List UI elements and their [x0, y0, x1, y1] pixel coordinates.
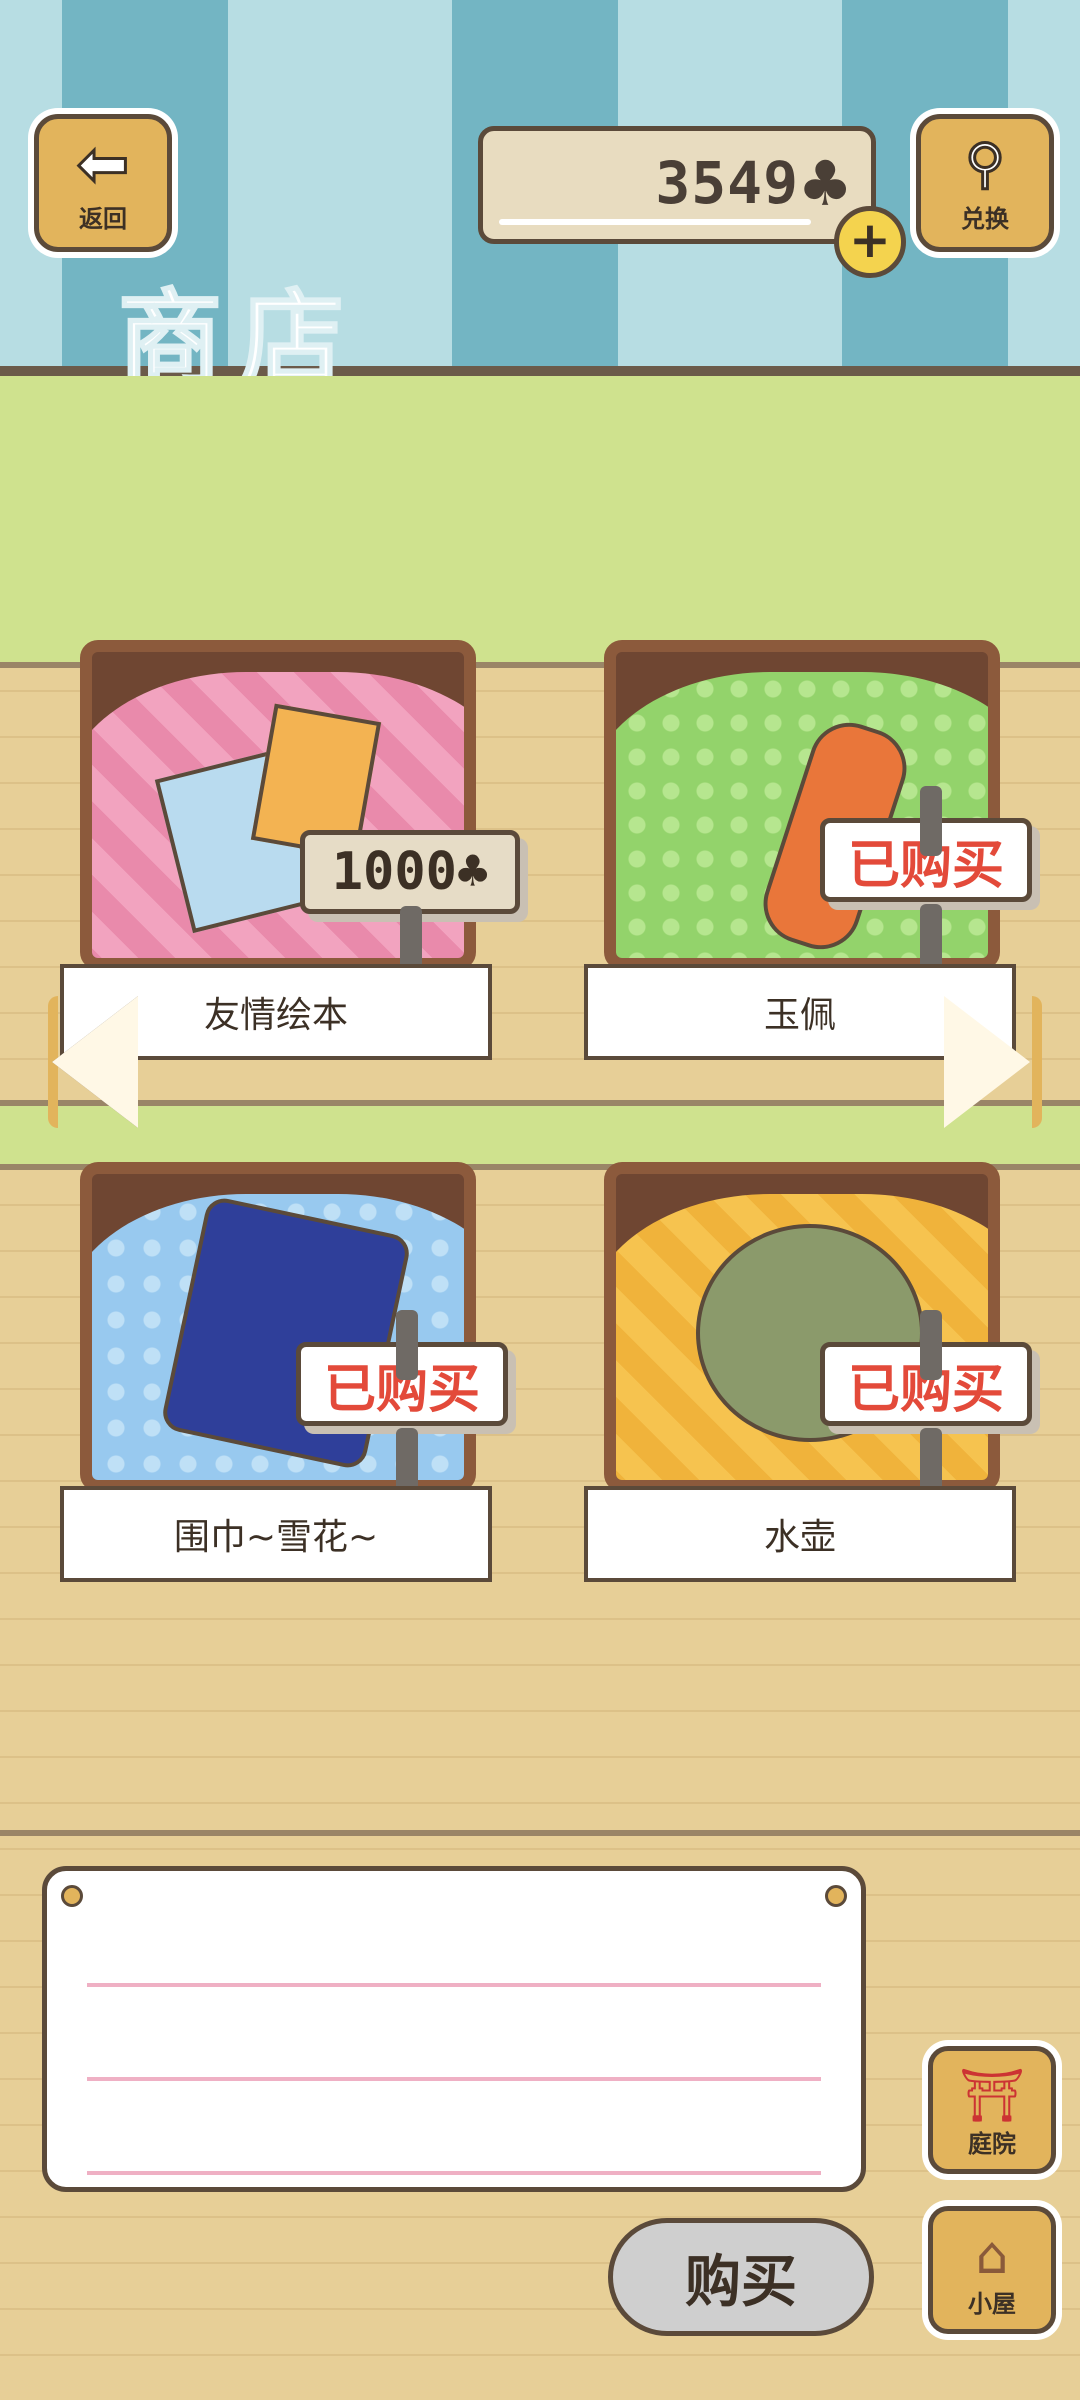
arrow-left-icon: ⬅ — [76, 126, 131, 200]
back-label: 返回 — [79, 204, 127, 233]
buy-button[interactable]: 购买 — [608, 2218, 874, 2336]
item-name: 围巾~雪花~ — [173, 1517, 379, 1558]
clover-icon: ♣ — [456, 842, 489, 902]
tag-clip — [920, 786, 942, 856]
add-currency-button[interactable]: + — [834, 206, 906, 278]
tag-clip — [396, 1310, 418, 1380]
item-name: 水壶 — [763, 1517, 836, 1558]
item-name: 友情绘本 — [203, 995, 348, 1036]
currency-underline — [499, 219, 811, 225]
note-line — [87, 1983, 821, 1987]
pin-icon — [825, 1885, 847, 1907]
shelf-edge — [0, 1100, 1080, 1106]
gate-icon: ⛩ — [958, 2066, 1025, 2126]
price-tag: 1000 ♣ — [300, 830, 520, 914]
yard-label: 庭院 — [968, 2130, 1016, 2158]
currency-display: 3549 ♣ — [478, 126, 876, 244]
item-name-label[interactable]: 围巾~雪花~ — [60, 1486, 492, 1582]
exchange-button[interactable]: ⚲ 兑换 — [916, 114, 1054, 252]
item-name: 玉佩 — [763, 995, 836, 1036]
grass-strip — [0, 1104, 1080, 1168]
back-button[interactable]: ⬅ 返回 — [34, 114, 172, 252]
currency-value: 3549 — [655, 149, 799, 217]
yard-button[interactable]: ⛩ 庭院 — [928, 2046, 1056, 2174]
prev-page-arrow-icon[interactable] — [52, 996, 138, 1128]
description-panel — [42, 1866, 866, 2192]
price-value: 1000 — [331, 842, 457, 902]
grass-area — [0, 376, 1080, 666]
house-icon: ⌂ — [975, 2226, 1009, 2286]
note-line — [87, 2077, 821, 2081]
house-button[interactable]: ⌂ 小屋 — [928, 2206, 1056, 2334]
clover-icon: ♣ — [797, 147, 853, 220]
net-icon: ⚲ — [964, 131, 1007, 196]
note-line — [87, 2171, 821, 2175]
tag-clip — [920, 1310, 942, 1380]
floor-seam — [0, 1830, 1080, 1836]
pin-icon — [61, 1885, 83, 1907]
next-page-arrow-icon[interactable] — [944, 996, 1030, 1128]
house-label: 小屋 — [968, 2290, 1016, 2318]
item-name-label[interactable]: 水壶 — [584, 1486, 1016, 1582]
exchange-label: 兑换 — [961, 204, 1009, 233]
